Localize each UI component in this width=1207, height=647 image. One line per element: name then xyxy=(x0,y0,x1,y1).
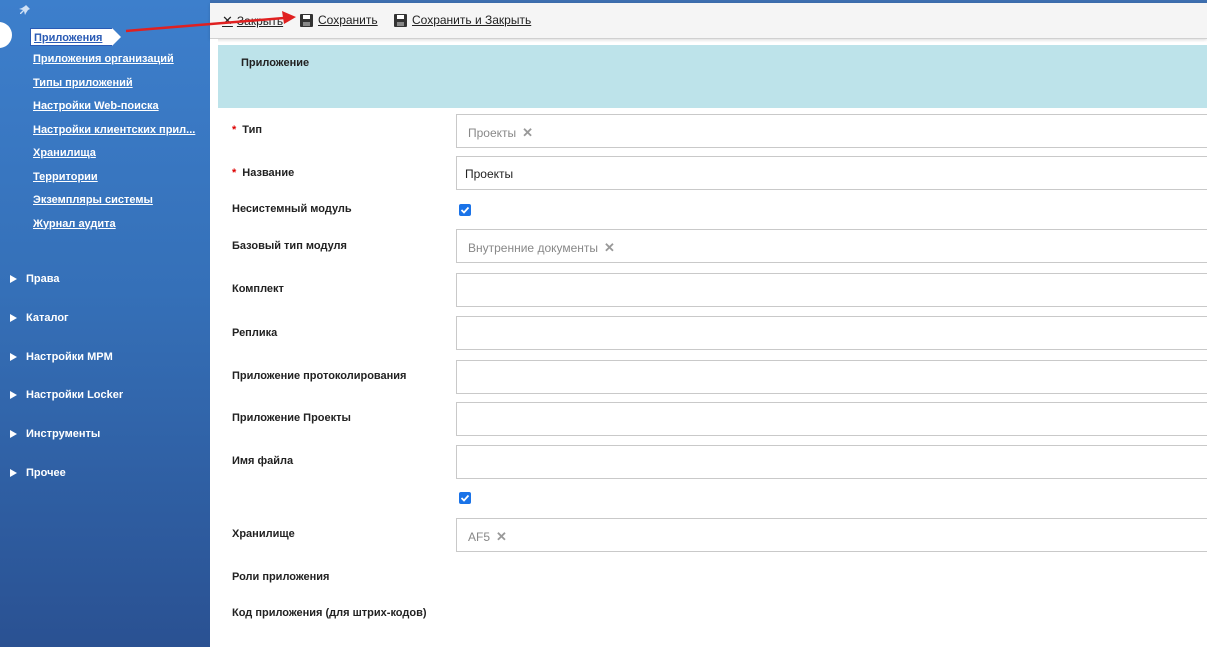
sidebar-group-tools[interactable]: Инструменты xyxy=(10,415,123,454)
sidebar: Приложения Приложения организаций Типы п… xyxy=(0,0,210,647)
expand-arrow-icon xyxy=(10,430,17,439)
expand-arrow-icon xyxy=(10,391,17,400)
logging-app-field[interactable] xyxy=(456,360,1207,394)
type-label: * Тип xyxy=(232,124,262,136)
projects-app-field[interactable] xyxy=(456,402,1207,436)
base-module-type-field[interactable]: Внутренние документы ✕ xyxy=(456,229,1207,263)
sidebar-group-mpm-settings[interactable]: Настройки MPM xyxy=(10,337,123,376)
sidebar-item-territories[interactable]: Территории xyxy=(33,169,195,193)
remove-tag-icon[interactable]: ✕ xyxy=(496,529,507,545)
expand-arrow-icon xyxy=(10,352,17,361)
nonsystem-module-checkbox[interactable] xyxy=(459,204,471,216)
kit-field[interactable] xyxy=(456,273,1207,307)
extra-checkbox[interactable] xyxy=(459,492,471,504)
type-tag: Проекты ✕ xyxy=(468,125,534,141)
sidebar-group-other[interactable]: Прочее xyxy=(10,453,123,492)
save-icon xyxy=(394,13,407,27)
sidebar-sub-list: Приложения Приложения организаций Типы п… xyxy=(30,28,195,240)
expand-arrow-icon xyxy=(10,468,17,477)
sidebar-item-applications[interactable]: Приложения xyxy=(30,28,122,46)
remove-tag-icon[interactable]: ✕ xyxy=(604,240,615,256)
barcode-app-code-label: Код приложения (для штрих-кодов) xyxy=(232,607,427,619)
sidebar-group-locker-settings[interactable]: Настройки Locker xyxy=(10,376,123,415)
sidebar-item-application-types[interactable]: Типы приложений xyxy=(33,75,195,99)
save-and-close-button[interactable]: Сохранить и Закрыть xyxy=(394,13,531,27)
app-roles-label: Роли приложения xyxy=(232,571,330,583)
expand-arrow-icon xyxy=(10,314,17,323)
content-gutter xyxy=(210,39,218,647)
sidebar-group-catalog[interactable]: Каталог xyxy=(10,299,123,338)
sidebar-item-storages[interactable]: Хранилища xyxy=(33,145,195,169)
sidebar-group-rights[interactable]: Права xyxy=(10,260,123,299)
name-label: * Название xyxy=(232,167,295,179)
required-marker: * xyxy=(232,124,237,136)
form-title: Приложение xyxy=(241,57,310,69)
close-button[interactable]: ✕ Закрыть xyxy=(222,13,283,29)
projects-app-label: Приложение Проекты xyxy=(232,412,351,424)
logging-app-label: Приложение протоколирования xyxy=(232,370,407,382)
storage-field[interactable]: AF5 ✕ xyxy=(456,518,1207,552)
storage-label: Хранилище xyxy=(232,528,295,540)
sidebar-item-web-search-settings[interactable]: Настройки Web-поиска xyxy=(33,98,195,122)
type-field[interactable]: Проекты ✕ xyxy=(456,114,1207,148)
sidebar-item-client-app-settings[interactable]: Настройки клиентских прил... xyxy=(33,122,195,146)
nonsystem-module-label: Несистемный модуль xyxy=(232,203,352,215)
storage-tag: AF5 ✕ xyxy=(468,529,507,545)
replica-field[interactable] xyxy=(456,316,1207,350)
remove-tag-icon[interactable]: ✕ xyxy=(522,125,533,141)
required-marker: * xyxy=(232,167,237,179)
sidebar-item-system-instances[interactable]: Экземпляры системы xyxy=(33,192,195,216)
name-input[interactable]: Проекты xyxy=(456,156,1207,190)
filename-label: Имя файла xyxy=(232,455,294,467)
replica-label: Реплика xyxy=(232,327,278,339)
toolbar: ✕ Закрыть Сохранить Сохранить и Закрыть xyxy=(210,3,1207,39)
sidebar-item-audit-log[interactable]: Журнал аудита xyxy=(33,216,195,240)
name-value: Проекты xyxy=(465,167,514,181)
pin-icon[interactable] xyxy=(19,4,31,16)
base-module-type-label: Базовый тип модуля xyxy=(232,240,347,252)
expand-arrow-icon xyxy=(10,275,17,284)
base-module-type-tag: Внутренние документы ✕ xyxy=(468,240,615,256)
form-header-band: Приложение xyxy=(218,45,1207,108)
filename-input[interactable] xyxy=(456,445,1207,479)
save-icon xyxy=(300,13,313,27)
close-icon: ✕ xyxy=(222,13,233,28)
kit-label: Комплект xyxy=(232,283,284,295)
sidebar-item-org-applications[interactable]: Приложения организаций xyxy=(33,51,195,75)
save-button[interactable]: Сохранить xyxy=(300,13,378,27)
sidebar-groups: Права Каталог Настройки MPM Настройки Lo… xyxy=(10,260,123,492)
sidebar-collapse-tab[interactable] xyxy=(0,22,12,48)
